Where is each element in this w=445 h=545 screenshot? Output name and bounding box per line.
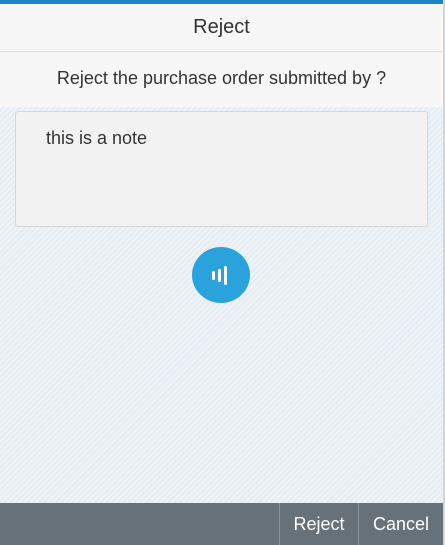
reject-button[interactable]: Reject	[279, 503, 358, 545]
reject-question: Reject the purchase order submitted by ?	[56, 68, 387, 88]
cancel-button[interactable]: Cancel	[358, 503, 443, 545]
dialog-header: Reject	[0, 4, 443, 52]
dialog-footer: Reject Cancel	[0, 503, 443, 545]
voice-input-button[interactable]	[192, 247, 250, 303]
reject-dialog: Reject Reject the purchase order submitt…	[0, 0, 445, 545]
note-textarea[interactable]	[15, 111, 428, 227]
dialog-title: Reject	[193, 16, 250, 38]
voice-input-icon	[212, 266, 227, 285]
